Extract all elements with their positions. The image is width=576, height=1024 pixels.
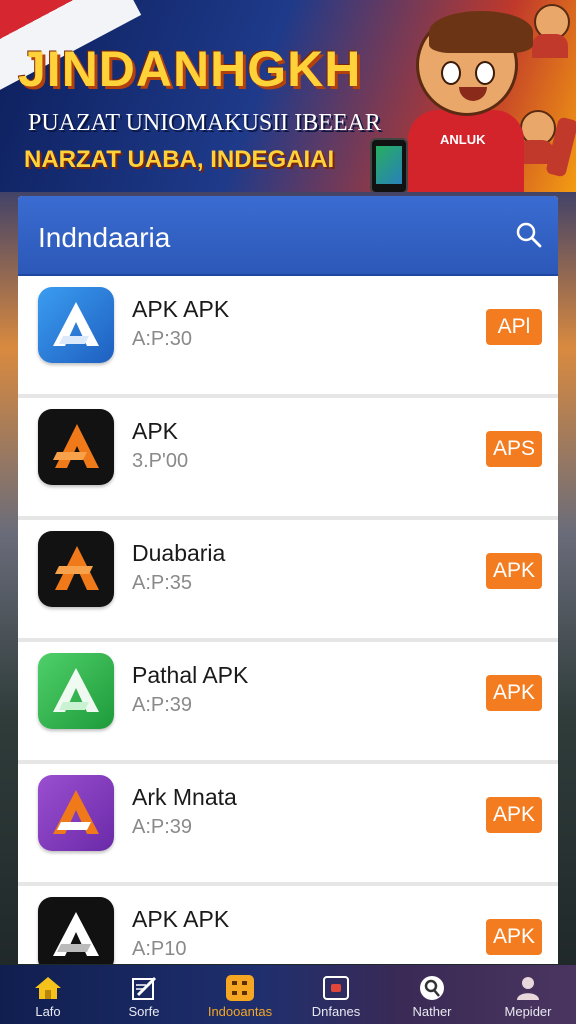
nav-label: Dnfanes: [311, 1004, 361, 1019]
mascot-shirt-text: ANLUK: [440, 132, 486, 147]
download-apk-button[interactable]: APK: [486, 675, 542, 711]
app-version: A:P:39: [132, 816, 193, 838]
list-item[interactable]: Pathal APK A:P:39 APK: [18, 642, 558, 764]
app-name: APK: [132, 418, 179, 444]
home-icon: [33, 974, 63, 1002]
app-version: A:P:39: [132, 694, 193, 716]
download-apk-button[interactable]: APK: [486, 919, 542, 955]
nav-item-home[interactable]: Lafo: [0, 965, 96, 1024]
tv-icon: [321, 974, 351, 1002]
nav-label: Sorfe: [128, 1004, 160, 1019]
mascot-illustration: ANLUK: [402, 11, 533, 192]
app-logo-icon: [38, 409, 114, 485]
bottom-navigation: Lafo Sorfe Indooantas Dnfanes Nather Mep…: [0, 965, 576, 1024]
app-list-card: Indndaaria APK APK A:P:30 APl APK 3.P'00…: [18, 196, 558, 964]
nav-label: Indooantas: [207, 1004, 273, 1019]
app-name: Pathal APK: [132, 662, 249, 688]
list-item[interactable]: APK 3.P'00 APS: [18, 398, 558, 520]
app-name: Ark Mnata: [132, 784, 237, 810]
mini-mascot-top: [530, 4, 570, 58]
app-logo-icon: [38, 287, 114, 363]
nav-label: Nather: [412, 1004, 452, 1019]
app-version: A:P:35: [132, 572, 193, 594]
banner-title: JINDANHGKH: [18, 41, 362, 97]
grid-icon: [225, 974, 255, 1002]
nav-item-edit[interactable]: Sorfe: [96, 965, 192, 1024]
search-icon: [417, 974, 447, 1002]
app-logo-icon: [38, 775, 114, 851]
download-apk-button[interactable]: APS: [486, 431, 542, 467]
nav-label: Mepider: [504, 1004, 552, 1019]
edit-icon: [129, 974, 159, 1002]
app-list: APK APK A:P:30 APl APK 3.P'00 APS Duabar…: [18, 276, 558, 964]
search-button[interactable]: [512, 218, 546, 252]
app-logo-icon: [38, 531, 114, 607]
nav-label: Lafo: [35, 1004, 61, 1019]
banner-subtitle-1: PUAZAT UNIOMAKUSII IBEEAR: [28, 110, 381, 136]
download-apk-button[interactable]: APl: [486, 309, 542, 345]
page-title: Indndaaria: [38, 222, 171, 253]
app-name: APK APK: [132, 296, 230, 322]
list-item[interactable]: Ark Mnata A:P:39 APK: [18, 764, 558, 886]
app-logo-icon: [38, 653, 114, 729]
nav-item-tv[interactable]: Dnfanes: [288, 965, 384, 1024]
download-apk-button[interactable]: APK: [486, 553, 542, 589]
search-icon: [516, 222, 542, 248]
nav-item-search[interactable]: Nather: [384, 965, 480, 1024]
app-logo-icon: [38, 897, 114, 964]
download-apk-button[interactable]: APK: [486, 797, 542, 833]
list-item[interactable]: Duabaria A:P:35 APK: [18, 520, 558, 642]
app-version: A:P:30: [132, 328, 193, 350]
app-version: A:P10: [132, 938, 187, 960]
app-name: APK APK: [132, 906, 230, 932]
promo-banner[interactable]: JINDANHGKH PUAZAT UNIOMAKUSII IBEEAR NAR…: [0, 0, 576, 192]
list-header: Indndaaria: [18, 196, 558, 276]
nav-item-apps[interactable]: Indooantas: [192, 965, 288, 1024]
nav-item-profile[interactable]: Mepider: [480, 965, 576, 1024]
app-name: Duabaria: [132, 540, 226, 566]
list-item[interactable]: APK APK A:P10 APK: [18, 886, 558, 964]
list-item[interactable]: APK APK A:P:30 APl: [18, 276, 558, 398]
banner-subtitle-2: NARZAT UABA, INDEGAIAI: [24, 146, 335, 173]
profile-icon: [513, 974, 543, 1002]
app-version: 3.P'00: [132, 450, 189, 472]
